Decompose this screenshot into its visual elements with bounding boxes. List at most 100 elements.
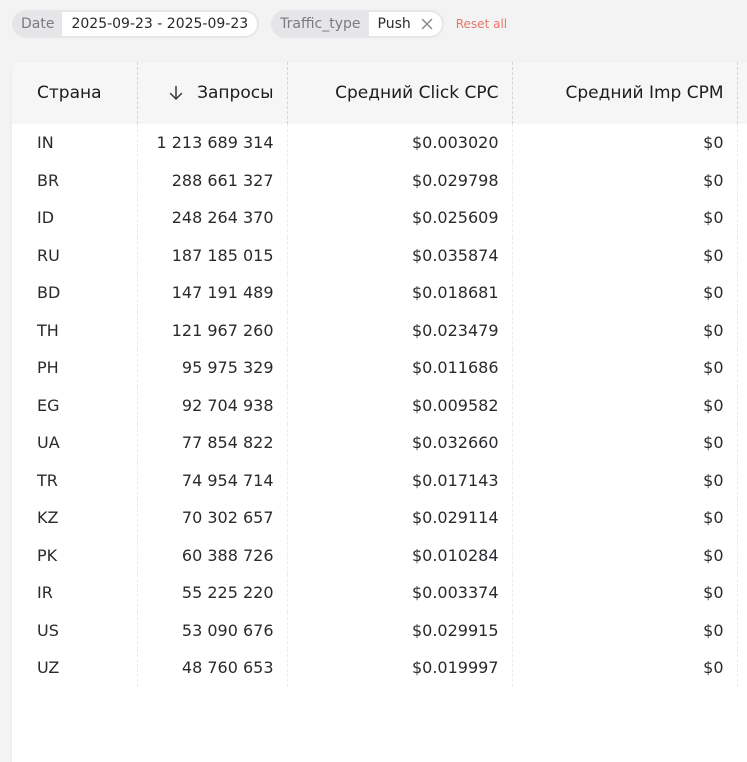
filter-bar: Date 2025-09-23 - 2025-09-23 Traffic_typ… xyxy=(12,10,507,38)
cell-requests: 248 264 370 xyxy=(137,199,288,237)
cell-overflow xyxy=(737,274,747,312)
cell-imp-cpm: $0 xyxy=(512,124,738,162)
cell-imp-cpm: $0 xyxy=(512,574,738,612)
cell-country: IN xyxy=(12,124,138,162)
cell-imp-cpm: $0 xyxy=(512,236,738,274)
cell-requests: 1 213 689 314 xyxy=(137,124,288,162)
date-range-text: 2025-09-23 - 2025-09-23 xyxy=(71,16,249,32)
table-row[interactable]: BD 147 191 489 $0.018681 $0 xyxy=(12,274,747,312)
column-header-click-cpc[interactable]: Средний Click CPC xyxy=(287,62,513,124)
cell-imp-cpm: $0 xyxy=(512,311,738,349)
column-header-requests-label: Запросы xyxy=(197,83,274,103)
cell-imp-cpm: $0 xyxy=(512,349,738,387)
cell-imp-cpm: $0 xyxy=(512,424,738,462)
cell-imp-cpm: $0 xyxy=(512,274,738,312)
table-row[interactable]: RU 187 185 015 $0.035874 $0 xyxy=(12,236,747,275)
cell-overflow xyxy=(737,574,747,612)
table-row[interactable]: US 53 090 676 $0.029915 $0 xyxy=(12,611,747,649)
date-filter-label: Date xyxy=(21,16,55,32)
cell-country: KZ xyxy=(12,499,138,537)
cell-click-cpc: $0.023479 xyxy=(287,311,513,349)
column-header-overflow xyxy=(737,62,747,124)
cell-country: UA xyxy=(12,424,138,462)
cell-click-cpc: $0.025609 xyxy=(287,199,513,237)
column-header-requests[interactable]: Запросы xyxy=(137,62,288,124)
table-row[interactable]: TH 121 967 260 $0.023479 $0 xyxy=(12,311,747,350)
data-table-card: Страна Запросы Средний Click CPC Средний… xyxy=(12,62,747,762)
cell-overflow xyxy=(737,312,747,350)
cell-requests: 77 854 822 xyxy=(137,424,288,462)
reset-all-button[interactable]: Reset all xyxy=(456,17,507,31)
cell-requests: 74 954 714 xyxy=(137,461,288,499)
cell-requests: 147 191 489 xyxy=(137,274,288,312)
cell-imp-cpm: $0 xyxy=(512,161,738,199)
cell-click-cpc: $0.003374 xyxy=(287,574,513,612)
column-header-imp-cpm[interactable]: Средний Imp CPM xyxy=(512,62,738,124)
cell-overflow xyxy=(737,462,747,500)
cell-requests: 187 185 015 xyxy=(137,236,288,274)
cell-overflow xyxy=(737,537,747,575)
arrow-down-icon[interactable] xyxy=(169,85,183,101)
table-row[interactable]: PK 60 388 726 $0.010284 $0 xyxy=(12,536,747,575)
cell-country: TH xyxy=(12,311,138,349)
cell-click-cpc: $0.029915 xyxy=(287,611,513,649)
cell-country: ID xyxy=(12,199,138,237)
cell-click-cpc: $0.018681 xyxy=(287,274,513,312)
cell-country: PH xyxy=(12,349,138,387)
cell-imp-cpm: $0 xyxy=(512,199,738,237)
cell-country: UZ xyxy=(12,649,138,687)
column-header-country[interactable]: Страна xyxy=(12,62,138,124)
table-row[interactable]: UA 77 854 822 $0.032660 $0 xyxy=(12,424,747,462)
date-filter-chip[interactable]: Date 2025-09-23 - 2025-09-23 xyxy=(12,10,260,38)
table-row[interactable]: PH 95 975 329 $0.011686 $0 xyxy=(12,349,747,387)
traffic-type-filter-chip[interactable]: Traffic_type Push xyxy=(271,10,444,38)
cell-overflow xyxy=(737,237,747,275)
column-header-click-cpc-label: Средний Click CPC xyxy=(335,83,499,103)
cell-requests: 55 225 220 xyxy=(137,574,288,612)
cell-click-cpc: $0.019997 xyxy=(287,649,513,687)
column-header-imp-cpm-label: Средний Imp CPM xyxy=(565,83,724,103)
cell-requests: 288 661 327 xyxy=(137,161,288,199)
cell-requests: 60 388 726 xyxy=(137,536,288,574)
table-row[interactable]: UZ 48 760 653 $0.019997 $0 xyxy=(12,649,747,687)
table-row[interactable]: IN 1 213 689 314 $0.003020 $0 xyxy=(12,124,747,162)
cell-country: BR xyxy=(12,161,138,199)
cell-imp-cpm: $0 xyxy=(512,649,738,687)
cell-requests: 48 760 653 xyxy=(137,649,288,687)
cell-overflow xyxy=(737,649,747,687)
cell-overflow xyxy=(737,162,747,200)
close-icon[interactable] xyxy=(421,18,433,30)
cell-overflow xyxy=(737,499,747,537)
cell-overflow xyxy=(737,424,747,462)
cell-country: BD xyxy=(12,274,138,312)
cell-click-cpc: $0.009582 xyxy=(287,386,513,424)
cell-requests: 121 967 260 xyxy=(137,311,288,349)
cell-click-cpc: $0.010284 xyxy=(287,536,513,574)
table-row[interactable]: ID 248 264 370 $0.025609 $0 xyxy=(12,199,747,237)
traffic-type-value-text: Push xyxy=(377,16,411,32)
cell-imp-cpm: $0 xyxy=(512,461,738,499)
table-row[interactable]: KZ 70 302 657 $0.029114 $0 xyxy=(12,499,747,537)
table-header-row: Страна Запросы Средний Click CPC Средний… xyxy=(12,62,747,124)
cell-click-cpc: $0.032660 xyxy=(287,424,513,462)
column-header-country-label: Страна xyxy=(37,83,102,103)
cell-click-cpc: $0.035874 xyxy=(287,236,513,274)
table-row[interactable]: BR 288 661 327 $0.029798 $0 xyxy=(12,161,747,200)
cell-country: RU xyxy=(12,236,138,274)
cell-country: PK xyxy=(12,536,138,574)
cell-click-cpc: $0.029798 xyxy=(287,161,513,199)
cell-imp-cpm: $0 xyxy=(512,536,738,574)
cell-imp-cpm: $0 xyxy=(512,386,738,424)
cell-imp-cpm: $0 xyxy=(512,499,738,537)
traffic-type-filter-value[interactable]: Push xyxy=(368,12,442,36)
date-filter-value[interactable]: 2025-09-23 - 2025-09-23 xyxy=(62,12,258,36)
table-row[interactable]: EG 92 704 938 $0.009582 $0 xyxy=(12,386,747,424)
cell-click-cpc: $0.003020 xyxy=(287,124,513,162)
cell-country: US xyxy=(12,611,138,649)
table-row[interactable]: TR 74 954 714 $0.017143 $0 xyxy=(12,461,747,500)
traffic-type-filter-label: Traffic_type xyxy=(280,16,361,32)
cell-country: IR xyxy=(12,574,138,612)
table-row[interactable]: IR 55 225 220 $0.003374 $0 xyxy=(12,574,747,612)
cell-overflow xyxy=(737,199,747,237)
table-body: IN 1 213 689 314 $0.003020 $0 BR 288 661 327 $… xyxy=(12,124,747,687)
